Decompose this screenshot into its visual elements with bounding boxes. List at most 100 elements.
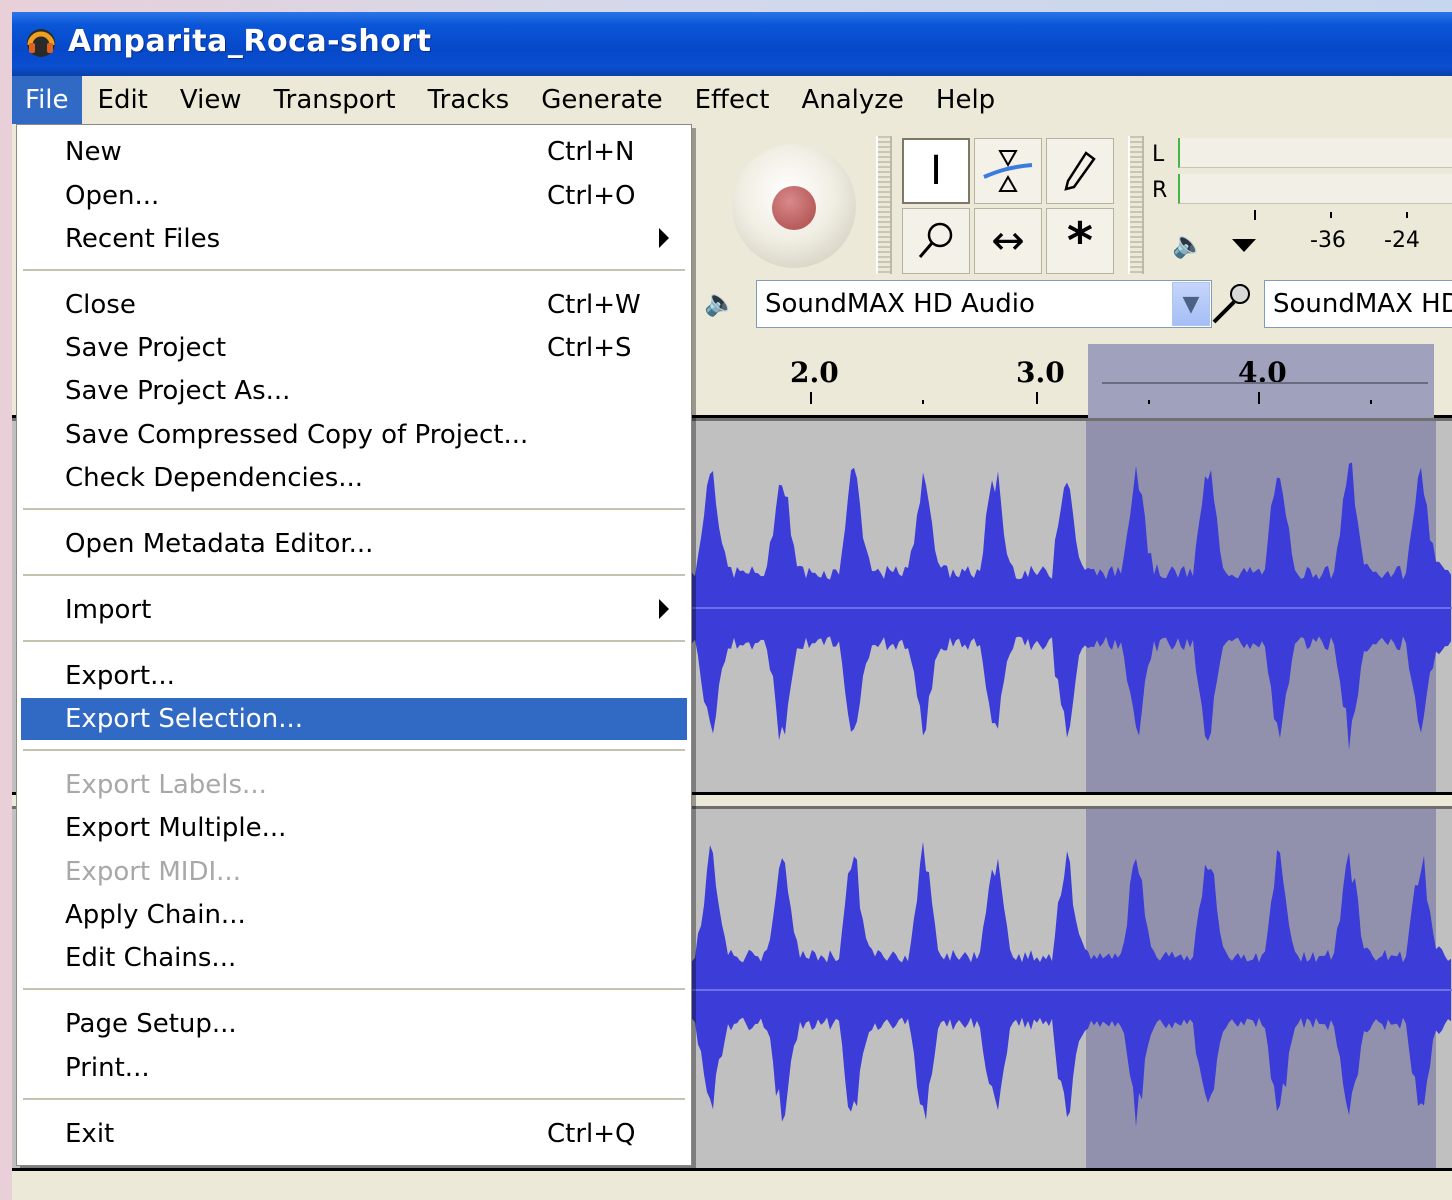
menu-item-recent-files[interactable]: Recent Files [21, 218, 687, 260]
menu-item-export-labels[interactable]: Export Labels... [21, 764, 687, 806]
waveform-shape [692, 462, 1451, 751]
ruler-label: 3.0 [1016, 356, 1065, 389]
audacity-window: Amparita_Roca-short File Edit View Trans… [12, 12, 1452, 1200]
menu-item-label: Export MIDI... [65, 857, 241, 887]
menu-transport[interactable]: Transport [258, 76, 412, 124]
menu-item-check-dependencies[interactable]: Check Dependencies... [21, 457, 687, 499]
menu-item-page-setup[interactable]: Page Setup... [21, 1003, 687, 1045]
menu-item-save-compressed-copy[interactable]: Save Compressed Copy of Project... [21, 414, 687, 456]
menu-item-export-multiple[interactable]: Export Multiple... [21, 807, 687, 849]
speaker-icon: 🔈 [1172, 230, 1205, 260]
window-title: Amparita_Roca-short [68, 24, 432, 59]
menu-item-label: Save Compressed Copy of Project... [65, 420, 529, 450]
submenu-arrow-icon [659, 599, 669, 619]
menu-separator [23, 508, 685, 511]
menu-item-open[interactable]: Open... Ctrl+O [21, 175, 687, 217]
menu-item-label: Export Multiple... [65, 813, 287, 843]
double-arrow-icon: ↔ [991, 218, 1025, 264]
menu-help[interactable]: Help [920, 76, 1011, 124]
menu-item-export-midi[interactable]: Export MIDI... [21, 851, 687, 893]
menu-bar: File Edit View Transport Tracks Generate… [12, 76, 1452, 124]
menu-generate[interactable]: Generate [525, 76, 678, 124]
record-button[interactable] [732, 144, 856, 268]
meter-left-bar [1178, 138, 1452, 168]
menu-item-shortcut: Ctrl+Q [547, 1119, 636, 1149]
menu-item-label: Save Project As... [65, 376, 291, 406]
meter-tick [1330, 212, 1332, 218]
menu-item-label: Check Dependencies... [65, 463, 364, 493]
menu-item-close[interactable]: Close Ctrl+W [21, 284, 687, 326]
menu-item-exit[interactable]: Exit Ctrl+Q [21, 1113, 687, 1155]
menu-item-label: Edit Chains... [65, 943, 237, 973]
envelope-tool-button[interactable] [974, 138, 1042, 204]
menu-separator [23, 988, 685, 991]
menu-item-label: Page Setup... [65, 1009, 237, 1039]
input-device-label: SoundMAX HD [1273, 289, 1452, 319]
chevron-down-icon[interactable]: ▼ [1172, 282, 1210, 326]
output-speaker-icon: 🔈 [704, 288, 737, 318]
zoom-tool-button[interactable] [902, 208, 970, 274]
menu-item-label: Print... [65, 1053, 150, 1083]
time-shift-tool-button[interactable]: ↔ [974, 208, 1042, 274]
ruler-tick [810, 392, 812, 404]
menu-item-label: Open... [65, 181, 160, 211]
menu-item-edit-chains[interactable]: Edit Chains... [21, 937, 687, 979]
menu-item-import[interactable]: Import [21, 589, 687, 631]
submenu-arrow-icon [659, 228, 669, 248]
menu-item-label: Apply Chain... [65, 900, 246, 930]
menu-separator [23, 1098, 685, 1101]
ruler-tick [922, 400, 924, 404]
status-area [12, 1168, 1452, 1200]
menu-item-shortcut: Ctrl+N [547, 137, 635, 167]
menu-item-open-metadata-editor[interactable]: Open Metadata Editor... [21, 523, 687, 565]
menu-separator [23, 749, 685, 752]
menu-item-shortcut: Ctrl+O [547, 181, 636, 211]
menu-separator [23, 574, 685, 577]
menu-separator [23, 269, 685, 272]
selection-tool-button[interactable]: I [902, 138, 970, 204]
menu-item-label: Exit [65, 1119, 115, 1149]
menu-item-export[interactable]: Export... [21, 655, 687, 697]
meter-right-bar [1178, 174, 1452, 204]
menu-view[interactable]: View [164, 76, 258, 124]
menu-item-label: Open Metadata Editor... [65, 529, 374, 559]
envelope-icon [983, 150, 1033, 192]
menu-item-new[interactable]: New Ctrl+N [21, 131, 687, 173]
menu-tracks[interactable]: Tracks [412, 76, 526, 124]
ruler-label: 2.0 [790, 356, 839, 389]
draw-tool-button[interactable] [1046, 138, 1114, 204]
menu-item-print[interactable]: Print... [21, 1047, 687, 1089]
menu-analyze[interactable]: Analyze [785, 76, 919, 124]
i-beam-icon: I [930, 148, 942, 194]
menu-effect[interactable]: Effect [679, 76, 786, 124]
meter-grip[interactable] [1128, 136, 1144, 274]
ruler-tick [1370, 400, 1372, 404]
menu-item-apply-chain[interactable]: Apply Chain... [21, 894, 687, 936]
title-bar[interactable]: Amparita_Roca-short [12, 12, 1452, 76]
audacity-app-icon [27, 29, 55, 57]
multi-tool-button[interactable]: * [1046, 208, 1114, 274]
input-device-select[interactable]: SoundMAX HD [1264, 280, 1452, 328]
menu-item-export-selection[interactable]: Export Selection... [21, 698, 687, 740]
ruler-label: 4.0 [1238, 356, 1287, 389]
menu-separator [23, 640, 685, 643]
menu-item-label: Export Selection... [65, 704, 303, 734]
menu-edit[interactable]: Edit [82, 76, 164, 124]
menu-item-label: Save Project [65, 333, 227, 363]
selection-range-arrow [1102, 382, 1428, 384]
menu-item-save-project[interactable]: Save Project Ctrl+S [21, 327, 687, 369]
menu-file[interactable]: File [12, 76, 82, 124]
meter-left-label: L [1152, 142, 1165, 167]
menu-item-shortcut: Ctrl+S [547, 333, 632, 363]
output-device-select[interactable]: SoundMAX HD Audio ▼ [756, 280, 1212, 328]
waveform-shape [692, 841, 1451, 1127]
output-device-label: SoundMAX HD Audio [765, 289, 1035, 319]
menu-item-label: Export Labels... [65, 770, 267, 800]
meter-menu-button[interactable] [1222, 228, 1266, 262]
menu-item-save-project-as[interactable]: Save Project As... [21, 370, 687, 412]
toolbar-grip[interactable] [876, 136, 892, 274]
ruler-tick [1036, 392, 1038, 404]
ruler-tick [1148, 400, 1150, 404]
meter-tick [1254, 210, 1256, 220]
menu-item-label: Import [65, 595, 152, 625]
